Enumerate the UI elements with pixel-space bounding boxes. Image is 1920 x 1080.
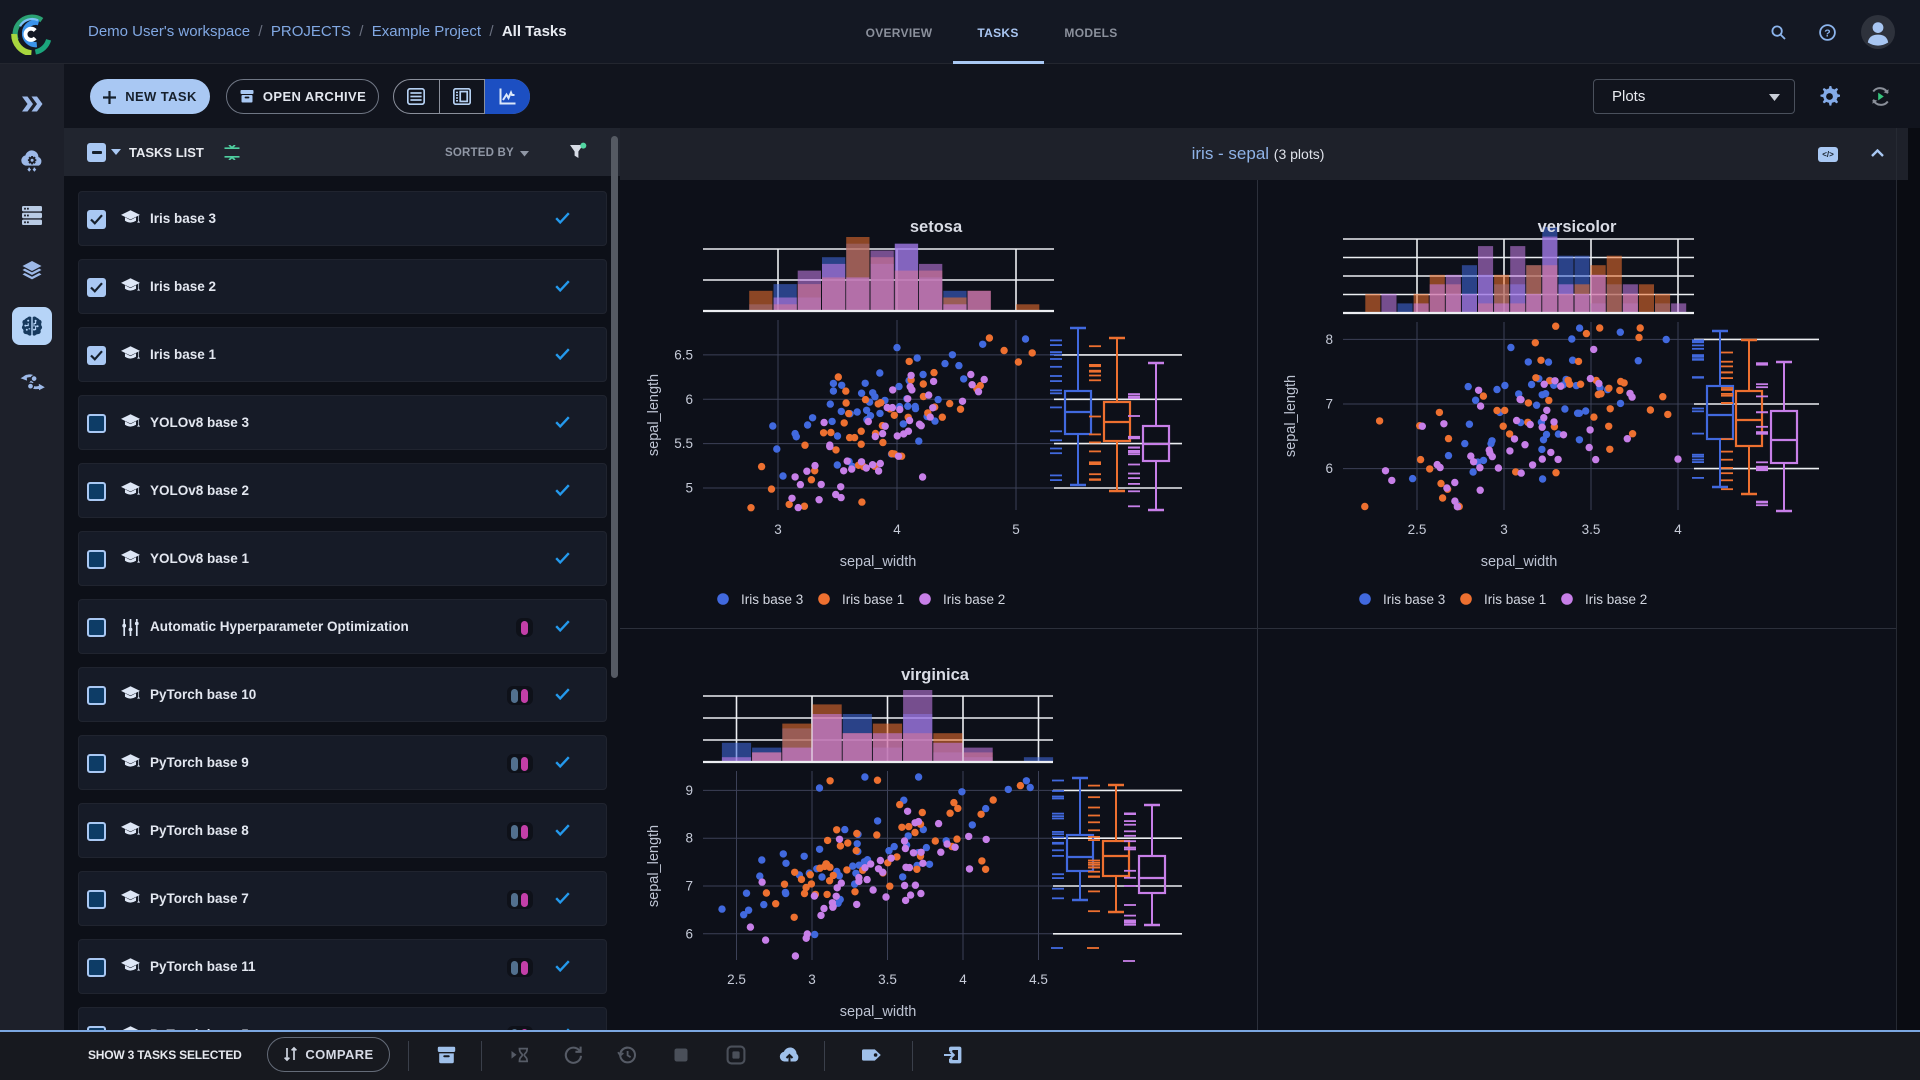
svg-text:Iris base 3: Iris base 3 bbox=[741, 592, 803, 607]
svg-text:3.5: 3.5 bbox=[878, 972, 897, 987]
svg-text:3: 3 bbox=[1500, 522, 1508, 537]
svg-text:Iris base 1: Iris base 1 bbox=[842, 592, 904, 607]
svg-text:8: 8 bbox=[1325, 332, 1333, 347]
svg-text:7: 7 bbox=[1325, 397, 1333, 412]
svg-text:Iris base 3: Iris base 3 bbox=[1383, 592, 1445, 607]
svg-text:8: 8 bbox=[685, 831, 693, 846]
svg-text:5.5: 5.5 bbox=[674, 436, 693, 451]
svg-text:2.5: 2.5 bbox=[727, 972, 746, 987]
svg-text:3: 3 bbox=[774, 522, 782, 537]
svg-text:3.5: 3.5 bbox=[1582, 522, 1601, 537]
svg-text:4: 4 bbox=[1674, 522, 1682, 537]
svg-text:Iris base 2: Iris base 2 bbox=[1585, 592, 1647, 607]
svg-text:5: 5 bbox=[1012, 522, 1020, 537]
svg-text:?: ? bbox=[1824, 27, 1830, 39]
svg-text:4.5: 4.5 bbox=[1029, 972, 1048, 987]
svg-text:Iris base 1: Iris base 1 bbox=[1484, 592, 1546, 607]
svg-text:2.5: 2.5 bbox=[1408, 522, 1427, 537]
svg-text:6: 6 bbox=[685, 392, 693, 407]
svg-text:4: 4 bbox=[893, 522, 901, 537]
svg-text:5: 5 bbox=[685, 481, 693, 496]
svg-text:6: 6 bbox=[685, 926, 693, 941]
svg-text:sepal_length: sepal_length bbox=[646, 374, 662, 456]
svg-text:7: 7 bbox=[685, 879, 693, 894]
svg-text:sepal_width: sepal_width bbox=[1481, 554, 1558, 570]
svg-text:sepal_length: sepal_length bbox=[646, 825, 662, 907]
svg-text:9: 9 bbox=[685, 783, 693, 798]
svg-text:sepal_width: sepal_width bbox=[840, 554, 917, 570]
svg-text:3: 3 bbox=[808, 972, 816, 987]
svg-text:virginica: virginica bbox=[901, 666, 970, 684]
svg-text:setosa: setosa bbox=[910, 218, 963, 236]
svg-text:versicolor: versicolor bbox=[1538, 218, 1617, 236]
svg-text:6: 6 bbox=[1325, 461, 1333, 476]
svg-text:sepal_width: sepal_width bbox=[840, 1004, 917, 1020]
svg-text:4: 4 bbox=[959, 972, 967, 987]
svg-text:6.5: 6.5 bbox=[674, 347, 693, 362]
svg-text:Iris base 2: Iris base 2 bbox=[943, 592, 1005, 607]
svg-text:sepal_length: sepal_length bbox=[1283, 375, 1299, 457]
